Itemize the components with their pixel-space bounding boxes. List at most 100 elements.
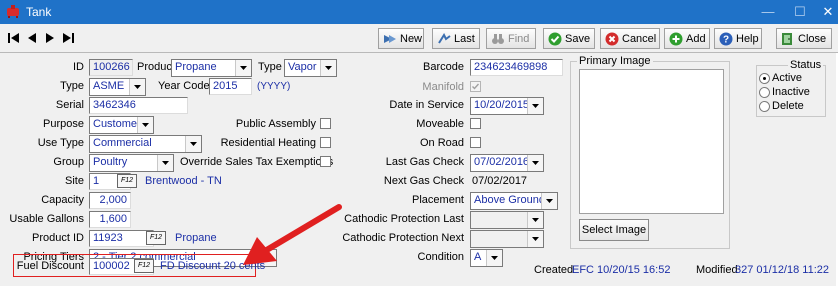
site-label: Site <box>65 175 84 187</box>
cancel-button[interactable]: Cancel <box>600 28 660 49</box>
year-hint: (YYYY) <box>257 81 291 92</box>
use-type-select[interactable]: Commercial <box>89 135 202 153</box>
new-button[interactable]: New <box>378 28 424 49</box>
last-gas-check-label: Last Gas Check <box>385 156 464 168</box>
help-button[interactable]: ? Help <box>714 28 762 49</box>
chevron-down-icon <box>129 79 145 95</box>
type-select[interactable]: Vapor <box>284 59 337 77</box>
type2-select[interactable]: ASME <box>89 78 146 96</box>
type2-label: Type <box>60 80 84 92</box>
public-assembly-checkbox[interactable] <box>320 118 331 129</box>
condition-label: Condition <box>417 251 464 263</box>
next-record-icon[interactable] <box>42 29 58 47</box>
product-id-lookup-button[interactable]: F12 <box>146 231 166 245</box>
tank-form-panel: ID 100266 Product Propane Type Vapor Typ… <box>0 53 836 286</box>
add-icon <box>669 32 683 45</box>
help-icon: ? <box>719 32 733 45</box>
maximize-icon[interactable]: ☐ <box>792 4 808 20</box>
last-button[interactable]: Last <box>432 28 480 49</box>
usable-gallons-label: Usable Gallons <box>9 213 84 225</box>
binoculars-icon <box>492 33 504 44</box>
close-button[interactable]: Close <box>776 28 832 49</box>
cathodic-last-select[interactable] <box>470 211 544 229</box>
purpose-select[interactable]: Customer <box>89 116 154 134</box>
condition-select[interactable]: A <box>470 249 503 267</box>
find-button[interactable]: Find <box>486 28 536 49</box>
first-record-icon[interactable] <box>6 29 22 47</box>
toolbar: New Last Find Save Cancel Add ? Help Clo… <box>0 24 838 53</box>
barcode-label: Barcode <box>423 61 464 73</box>
on-road-label: On Road <box>419 137 464 149</box>
primary-image-label: Primary Image <box>577 55 653 67</box>
minimize-icon[interactable]: — <box>760 4 776 19</box>
status-inactive-label: Inactive <box>772 86 810 98</box>
status-active-label: Active <box>772 72 802 84</box>
product-select[interactable]: Propane <box>171 59 252 77</box>
group-select[interactable]: Poultry <box>89 154 174 172</box>
new-icon <box>384 34 396 43</box>
created-label: Created <box>534 264 574 276</box>
status-active-radio[interactable] <box>759 73 770 84</box>
save-button[interactable]: Save <box>543 28 595 49</box>
select-image-button[interactable]: Select Image <box>579 219 649 241</box>
residential-heating-checkbox[interactable] <box>320 137 331 148</box>
on-road-checkbox[interactable] <box>470 137 481 148</box>
chevron-down-icon <box>137 117 153 133</box>
capacity-label: Capacity <box>41 194 84 206</box>
year-code-label: Year Code <box>158 80 210 92</box>
chevron-down-icon <box>320 60 336 76</box>
annotation-arrow-icon <box>243 204 342 265</box>
chevron-down-icon <box>527 155 543 171</box>
site-name: Brentwood - TN <box>145 175 222 187</box>
modified-label: Modified <box>696 264 738 276</box>
use-type-label: Use Type <box>37 137 84 149</box>
date-in-service-select[interactable]: 10/20/2015 <box>470 97 544 115</box>
site-lookup-button[interactable]: F12 <box>117 174 137 188</box>
last-gas-check-select[interactable]: 07/02/2016 <box>470 154 544 172</box>
placement-select[interactable]: Above Ground <box>470 192 558 210</box>
primary-image-box[interactable] <box>579 69 724 214</box>
chevron-down-icon <box>185 136 201 152</box>
cathodic-next-select[interactable] <box>470 230 544 248</box>
usable-gallons-field[interactable]: 1,600 <box>89 211 131 228</box>
product-id-name: Propane <box>175 232 217 244</box>
manifold-checkbox <box>470 81 481 92</box>
type-label: Type <box>258 61 282 73</box>
moveable-checkbox[interactable] <box>470 118 481 129</box>
chevron-down-icon <box>541 193 557 209</box>
status-delete-radio[interactable] <box>759 101 770 112</box>
placement-label: Placement <box>412 194 464 206</box>
residential-heating-label: Residential Heating <box>220 137 316 149</box>
status-inactive-radio[interactable] <box>759 87 770 98</box>
year-code-field[interactable]: 2015 <box>209 78 252 95</box>
status-label: Status <box>788 59 824 71</box>
add-button[interactable]: Add <box>664 28 710 49</box>
last-icon <box>438 32 451 44</box>
fuel-discount-lookup-button[interactable]: F12 <box>134 259 154 273</box>
chevron-down-icon <box>157 155 173 171</box>
cathodic-last-label: Cathodic Protection Last <box>344 213 464 225</box>
fuel-discount-label: Fuel Discount <box>16 260 84 272</box>
next-gas-check-label: Next Gas Check <box>383 175 464 187</box>
barcode-field[interactable]: 234623469898 <box>470 59 563 76</box>
chevron-down-icon <box>527 231 543 247</box>
date-in-service-label: Date in Service <box>389 99 464 111</box>
id-label: ID <box>73 61 84 73</box>
next-gas-check-value: 07/02/2017 <box>472 175 528 187</box>
override-tax-checkbox[interactable] <box>320 156 331 167</box>
last-record-icon[interactable] <box>60 29 76 47</box>
cathodic-next-label: Cathodic Protection Next <box>342 232 464 244</box>
id-field: 100266 <box>89 59 133 76</box>
capacity-field[interactable]: 2,000 <box>89 192 131 209</box>
previous-record-icon[interactable] <box>24 29 40 47</box>
cancel-icon <box>605 32 619 45</box>
group-label: Group <box>53 156 84 168</box>
svg-text:?: ? <box>723 34 729 45</box>
modified-value: 327 01/12/18 11:22 <box>735 264 829 276</box>
product-id-field[interactable]: 11923 <box>89 230 154 247</box>
serial-field[interactable]: 3462346 <box>89 97 188 114</box>
serial-label: Serial <box>55 99 84 111</box>
created-value: EFC 10/20/15 16:52 <box>572 264 671 276</box>
close-window-icon[interactable]: ✕ <box>820 4 836 20</box>
chevron-down-icon <box>486 250 502 266</box>
